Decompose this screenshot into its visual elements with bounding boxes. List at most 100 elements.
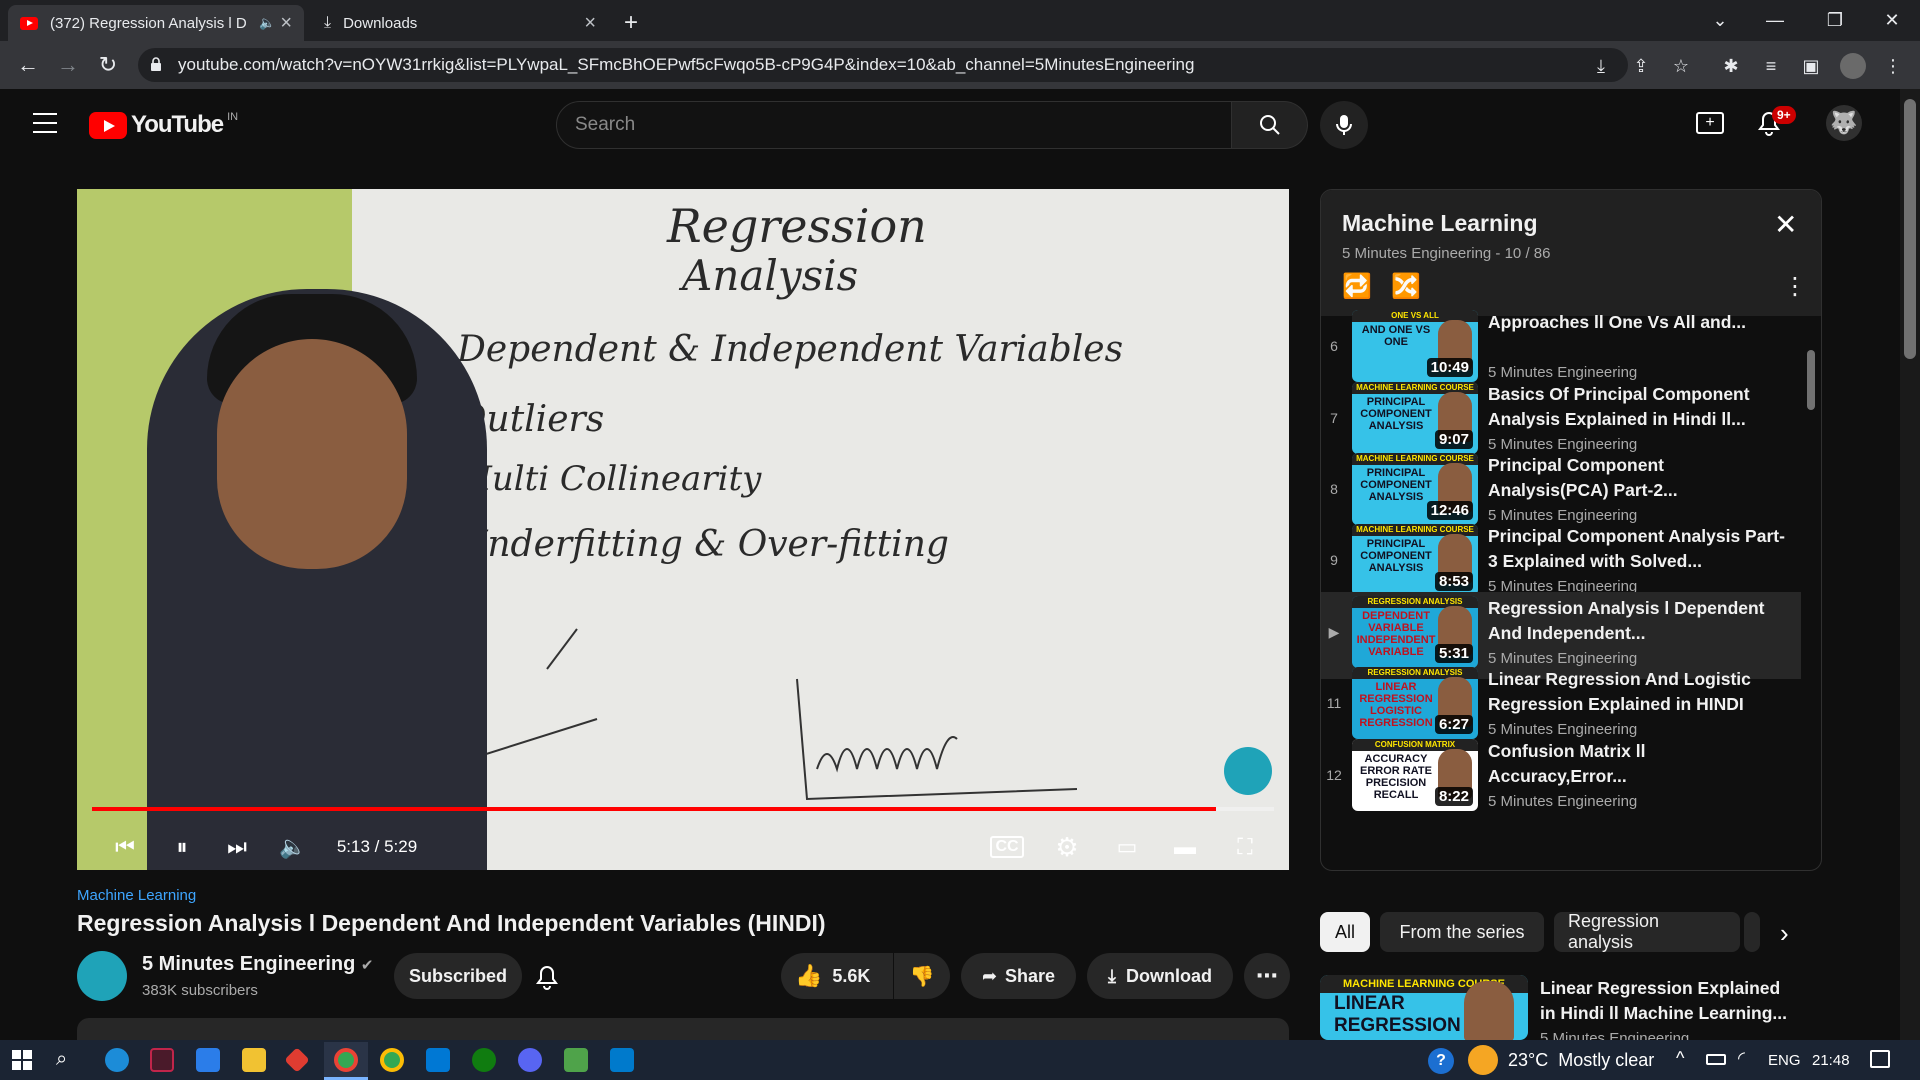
create-video-icon[interactable]: + (1696, 112, 1724, 134)
page-scrollbar-thumb[interactable] (1904, 99, 1916, 359)
new-tab-button[interactable]: + (612, 5, 652, 41)
install-app-icon[interactable]: ⤓ (1588, 53, 1614, 79)
discord-icon[interactable] (518, 1048, 542, 1072)
help-icon[interactable]: ? (1428, 1048, 1454, 1074)
tab-youtube[interactable]: (372) Regression Analysis l D 🔈 × (8, 5, 304, 41)
extensions-icon[interactable]: ✱ (1718, 53, 1744, 79)
close-window-button[interactable]: ✕ (1862, 0, 1920, 41)
tray-chevron-icon[interactable]: ^ (1676, 1048, 1684, 1069)
hamburger-menu-icon[interactable] (33, 113, 57, 133)
share-page-icon[interactable]: ⇪ (1628, 53, 1654, 79)
taskbar-search-icon[interactable]: ⌕ (56, 1048, 67, 1071)
playlist-thumbnail[interactable]: REGRESSION ANALYSIS LINEAR REGRESSION LOG… (1352, 667, 1478, 739)
previous-button[interactable]: ⏮ (107, 829, 143, 865)
playlist-link[interactable]: Machine Learning (77, 887, 196, 904)
playlist-thumbnail[interactable]: ONE VS ALL AND ONE VS ONE 10:49 (1352, 310, 1478, 382)
settings-gear-icon[interactable]: ⚙ (1049, 829, 1085, 865)
edge-icon[interactable] (105, 1048, 129, 1072)
chip-all[interactable]: All (1320, 912, 1370, 952)
playlist-title[interactable]: Machine Learning (1342, 210, 1538, 237)
captions-button[interactable]: CC (989, 829, 1025, 865)
share-button[interactable]: ➦ Share (961, 953, 1076, 999)
playlist-item[interactable]: 12 CONFUSION MATRIX ACCURACY ERROR RATE PR… (1321, 735, 1801, 822)
voice-search-button[interactable] (1320, 101, 1368, 149)
language-indicator[interactable]: ENG (1768, 1052, 1801, 1069)
vivaldi-icon[interactable] (150, 1048, 174, 1072)
playlist-menu-icon[interactable]: ⋮ (1783, 272, 1807, 301)
fullscreen-button[interactable]: ⛶ (1227, 829, 1263, 865)
channel-avatar[interactable] (77, 951, 127, 1001)
search-input[interactable]: Search (556, 101, 1232, 149)
battery-icon[interactable] (1706, 1054, 1726, 1065)
minecraft-icon[interactable] (564, 1048, 588, 1072)
vscode-icon[interactable] (610, 1048, 634, 1072)
clock[interactable]: 21:48 (1812, 1052, 1850, 1069)
forward-button[interactable]: → (54, 51, 82, 79)
chip-regression-analysis[interactable]: Regression analysis (1554, 911, 1740, 952)
miniplayer-button[interactable]: ▭ (1109, 829, 1145, 865)
close-tab-icon[interactable]: × (280, 12, 292, 35)
url-field[interactable]: youtube.com/watch?v=nOYW31rrkig&list=PLY… (138, 48, 1628, 82)
weather-text[interactable]: 23°C Mostly clear (1508, 1050, 1654, 1071)
loop-playlist-icon[interactable]: 🔁 (1342, 272, 1372, 301)
shuffle-icon[interactable]: 🔀 (1391, 272, 1421, 301)
subscribed-button[interactable]: Subscribed (394, 953, 522, 999)
volume-button[interactable]: 🔈 (275, 829, 311, 865)
notification-bell-icon[interactable] (534, 962, 562, 990)
wifi-icon[interactable]: ◜ (1738, 1048, 1745, 1069)
reload-button[interactable]: ↻ (94, 51, 122, 79)
minimize-button[interactable]: — (1745, 0, 1805, 41)
channel-name[interactable]: 5 Minutes Engineering ✔ (142, 953, 374, 976)
windows-start-icon[interactable] (12, 1050, 32, 1070)
next-button[interactable]: ⏭ (219, 829, 255, 865)
store-icon[interactable] (196, 1048, 220, 1072)
xbox-icon[interactable] (472, 1048, 496, 1072)
recommendation-thumbnail[interactable]: MACHINE LEARNING COURSE LINEAR REGRESSIO… (1320, 975, 1528, 1040)
chip-from-the-series[interactable]: From the series (1380, 912, 1544, 952)
notification-center-icon[interactable] (1870, 1050, 1890, 1068)
weather-icon[interactable] (1468, 1045, 1498, 1075)
side-panel-icon[interactable]: ▣ (1798, 53, 1824, 79)
thumb-text: ACCURACY ERROR RATE PRECISION RECALL (1360, 753, 1432, 801)
dislike-button[interactable]: 👎 (894, 953, 950, 999)
account-avatar[interactable]: 🐺 (1826, 105, 1862, 141)
video-player[interactable]: Regression Analysis Dependent & Independ… (77, 189, 1289, 870)
lock-icon[interactable] (150, 57, 162, 71)
media-control-icon[interactable]: ≡ (1758, 53, 1784, 79)
description-box[interactable] (77, 1018, 1289, 1040)
youtube-logo[interactable]: YouTube IN (89, 111, 238, 139)
chrome-icon[interactable] (334, 1048, 358, 1072)
speaker-icon[interactable]: 🔈 (259, 15, 275, 31)
more-actions-button[interactable]: ⋯ (1244, 953, 1290, 999)
app-icon[interactable] (426, 1048, 450, 1072)
close-tab-icon[interactable]: × (584, 12, 596, 35)
bookmark-star-icon[interactable]: ☆ (1668, 53, 1694, 79)
back-button[interactable]: ← (14, 51, 42, 79)
page-scrollbar[interactable] (1900, 89, 1920, 1040)
recommendation-channel: 5 Minutes Engineering (1540, 1030, 1690, 1040)
search-button[interactable] (1232, 101, 1308, 149)
theater-mode-button[interactable]: ▬ (1167, 829, 1203, 865)
playlist-scrollbar[interactable] (1807, 350, 1815, 410)
playlist-item-index: 12 (1326, 767, 1342, 783)
channel-watermark[interactable] (1224, 747, 1272, 795)
profile-avatar[interactable] (1840, 53, 1866, 79)
playlist-thumbnail[interactable]: REGRESSION ANALYSIS DEPENDENT VARIABLE IN… (1352, 596, 1478, 668)
recommendation-title[interactable]: Linear Regression Explained in Hindi ll … (1540, 976, 1800, 1026)
tab-downloads[interactable]: ⤓ Downloads × (312, 5, 608, 41)
playlist-thumbnail[interactable]: MACHINE LEARNING COURSE PRINCIPAL COMPONE… (1352, 382, 1478, 454)
chips-next-icon[interactable]: › (1780, 918, 1789, 949)
playlist-thumbnail[interactable]: MACHINE LEARNING COURSE PRINCIPAL COMPONE… (1352, 453, 1478, 525)
download-button[interactable]: ⤓ Download (1087, 953, 1233, 999)
playlist-thumbnail[interactable]: CONFUSION MATRIX ACCURACY ERROR RATE PREC… (1352, 739, 1478, 811)
chip-partial[interactable] (1744, 912, 1760, 952)
chrome-menu-icon[interactable]: ⋮ (1880, 53, 1906, 79)
chrome-profile-icon[interactable] (380, 1048, 404, 1072)
pause-button[interactable]: ⏸ (164, 829, 200, 865)
playlist-thumbnail[interactable]: MACHINE LEARNING COURSE PRINCIPAL COMPONE… (1352, 524, 1478, 596)
file-explorer-icon[interactable] (242, 1048, 266, 1072)
close-playlist-icon[interactable]: ✕ (1774, 208, 1797, 241)
tab-search-icon[interactable]: ⌄ (1690, 0, 1750, 41)
restore-button[interactable]: ❐ (1805, 0, 1865, 41)
like-button[interactable]: 👍 5.6K (781, 953, 893, 999)
